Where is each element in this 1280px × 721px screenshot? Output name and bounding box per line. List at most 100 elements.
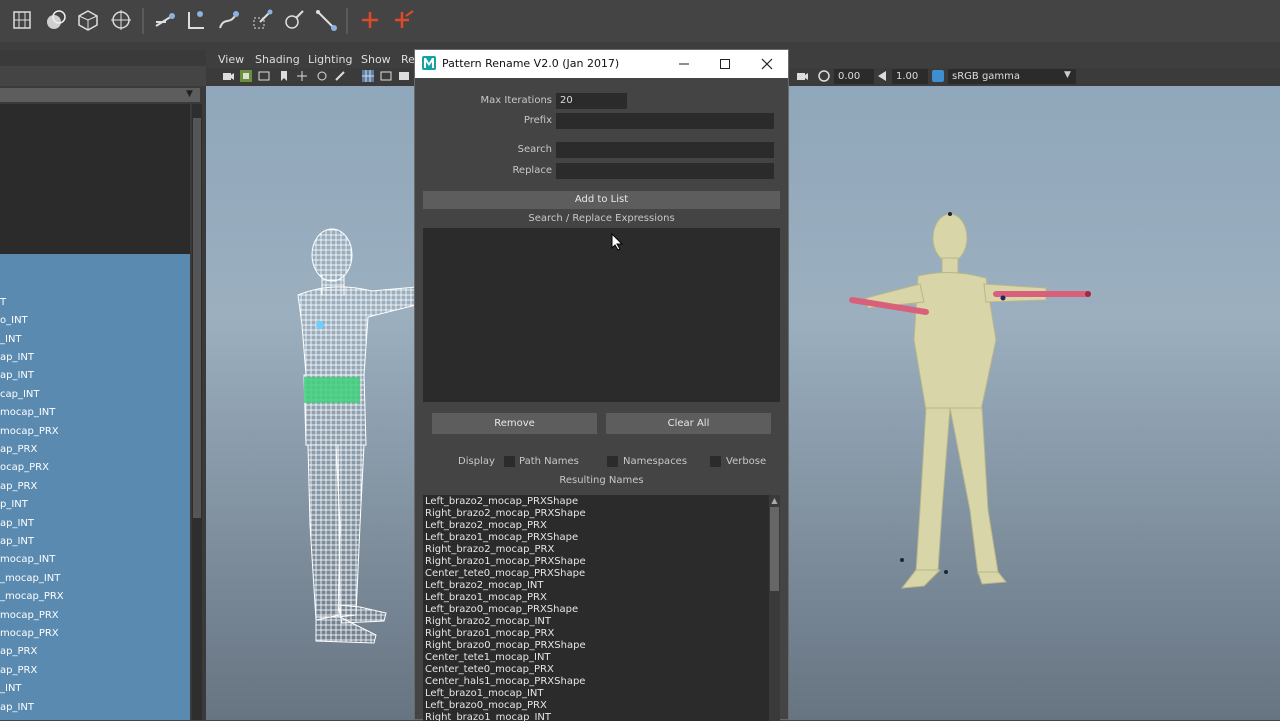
list-item[interactable]: o_INT xyxy=(0,312,28,330)
list-item[interactable]: ap_INT xyxy=(0,349,34,367)
list-item[interactable]: Right_brazo2_mocap_INT xyxy=(425,616,551,628)
add-to-list-button[interactable]: Add to List xyxy=(423,191,780,209)
results-scroll-thumb[interactable] xyxy=(770,507,779,591)
results-scrollbar[interactable]: ▲ xyxy=(769,495,780,721)
verbose-checkbox[interactable] xyxy=(710,456,721,467)
list-item[interactable]: Left_brazo1_mocap_PRXShape xyxy=(425,532,578,544)
list-item[interactable]: _mocap_PRX xyxy=(0,588,64,606)
max-iterations-field[interactable]: 20 xyxy=(556,93,627,109)
list-item[interactable]: Right_brazo1_mocap_PRX xyxy=(425,628,554,640)
list-item[interactable]: Left_brazo1_mocap_INT xyxy=(425,688,544,700)
clear-all-button[interactable]: Clear All xyxy=(606,413,771,434)
path-names-checkbox[interactable] xyxy=(504,456,515,467)
outliner-filter-field[interactable] xyxy=(0,88,200,102)
list-item[interactable]: Center_hals1_mocap_PRXShape xyxy=(425,676,585,688)
list-item[interactable]: Center_tete1_mocap_INT xyxy=(425,652,551,664)
verbose-label[interactable]: Verbose xyxy=(726,456,766,467)
search-field[interactable] xyxy=(556,142,774,158)
joint-marker[interactable] xyxy=(900,558,904,562)
list-item[interactable]: Left_brazo2_mocap_PRX xyxy=(425,520,547,532)
wrap-deformer-icon[interactable] xyxy=(42,6,70,34)
wireframe-toggle-icon[interactable] xyxy=(380,70,392,82)
list-item[interactable]: ap_INT xyxy=(0,367,34,385)
menu-renderer[interactable]: Re xyxy=(401,53,415,66)
cube-wireframe-icon[interactable] xyxy=(74,6,102,34)
shaded-toggle-icon[interactable] xyxy=(398,70,410,82)
scroll-up-icon[interactable]: ▲ xyxy=(770,496,779,505)
lattice-icon[interactable] xyxy=(8,6,36,34)
film-gate-icon[interactable] xyxy=(258,70,270,82)
dialog-titlebar[interactable]: Pattern Rename V2.0 (Jan 2017) xyxy=(415,50,788,78)
move-icon[interactable] xyxy=(296,70,308,82)
list-item[interactable]: Center_tete0_mocap_PRX xyxy=(425,664,554,676)
list-item[interactable]: cap_INT xyxy=(0,386,40,404)
list-item[interactable]: _INT xyxy=(0,331,22,349)
maximize-button[interactable] xyxy=(705,52,745,76)
namespaces-label[interactable]: Namespaces xyxy=(623,456,687,467)
color-space-dropdown[interactable]: sRGB gamma xyxy=(948,69,1076,84)
chevron-down-icon[interactable]: ▼ xyxy=(1064,70,1071,80)
list-item[interactable]: Right_brazo2_mocap_PRX xyxy=(425,544,554,556)
resulting-names-list[interactable]: Left_brazo2_mocap_PRXShape Right_brazo2_… xyxy=(423,495,780,721)
list-item[interactable]: Center_tete0_mocap_PRXShape xyxy=(425,568,585,580)
camera-icon[interactable] xyxy=(222,70,234,82)
list-item[interactable]: Right_brazo1_mocap_PRXShape xyxy=(425,556,586,568)
list-item[interactable]: Left_brazo2_mocap_INT xyxy=(425,580,544,592)
joint-marker[interactable] xyxy=(948,212,952,216)
outliner-scroll-thumb[interactable] xyxy=(193,118,201,518)
list-item[interactable]: ap_INT xyxy=(0,533,34,551)
outliner-selected-list[interactable]: T o_INT _INT ap_INT ap_INT cap_INT mocap… xyxy=(0,254,190,720)
list-item[interactable]: ap_INT xyxy=(0,515,34,533)
list-item[interactable]: mocap_INT xyxy=(0,551,55,569)
list-item[interactable]: Right_brazo2_mocap_PRXShape xyxy=(425,508,586,520)
camera-icon[interactable] xyxy=(796,70,808,82)
list-item[interactable]: Left_brazo0_mocap_PRX xyxy=(425,700,547,712)
menu-show[interactable]: Show xyxy=(361,53,391,66)
chevron-down-icon[interactable]: ▼ xyxy=(186,89,193,99)
exposure-icon[interactable] xyxy=(818,70,830,82)
list-item[interactable]: Left_brazo2_mocap_PRXShape xyxy=(425,496,578,508)
expressions-list[interactable] xyxy=(423,228,780,402)
color-management-icon[interactable] xyxy=(932,70,944,82)
list-item[interactable]: p_INT xyxy=(0,496,28,514)
skin-bind-icon[interactable] xyxy=(248,6,276,34)
list-item[interactable]: ap_PRX xyxy=(0,478,37,496)
add-joint-locator-icon[interactable] xyxy=(390,6,418,34)
list-item[interactable]: mocap_PRX xyxy=(0,607,59,625)
outliner-tree-area[interactable] xyxy=(0,104,190,254)
mirror-joint-icon[interactable] xyxy=(312,6,340,34)
snap-icon[interactable] xyxy=(316,70,328,82)
paint-weights-icon[interactable] xyxy=(280,6,308,34)
path-names-label[interactable]: Path Names xyxy=(519,456,579,467)
list-item[interactable]: mocap_INT xyxy=(0,404,55,422)
list-item[interactable]: T xyxy=(0,294,6,312)
bookmark-icon[interactable] xyxy=(278,70,290,82)
list-item[interactable]: Left_brazo0_mocap_PRXShape xyxy=(425,604,578,616)
menu-shading[interactable]: Shading xyxy=(255,53,300,66)
exposure-field[interactable]: 0.00 xyxy=(834,69,874,84)
ik-spline-icon[interactable] xyxy=(214,6,242,34)
menu-view[interactable]: View xyxy=(218,53,244,66)
list-item[interactable]: Right_brazo0_mocap_PRXShape xyxy=(425,640,586,652)
list-item[interactable]: mocap_PRX xyxy=(0,423,59,441)
gamma-icon[interactable] xyxy=(876,70,888,82)
select-camera-icon[interactable] xyxy=(240,70,252,82)
list-item[interactable]: _INT xyxy=(0,680,22,698)
list-item[interactable]: ap_PRX xyxy=(0,643,37,661)
list-item[interactable]: _mocap_INT xyxy=(0,570,60,588)
close-button[interactable] xyxy=(747,52,787,76)
replace-field[interactable] xyxy=(556,163,774,179)
remove-button[interactable]: Remove xyxy=(432,413,597,434)
pencil-icon[interactable] xyxy=(334,70,346,82)
ik-handle-icon[interactable] xyxy=(182,6,210,34)
namespaces-checkbox[interactable] xyxy=(607,456,618,467)
minimize-button[interactable] xyxy=(664,52,704,76)
list-item[interactable]: ap_PRX xyxy=(0,662,37,680)
gamma-field[interactable]: 1.00 xyxy=(892,69,928,84)
joint-marker[interactable] xyxy=(944,570,948,574)
menu-lighting[interactable]: Lighting xyxy=(308,53,352,66)
add-locator-icon[interactable] xyxy=(356,6,384,34)
list-item[interactable]: ap_INT xyxy=(0,699,34,717)
shaded-character[interactable] xyxy=(846,210,1106,590)
list-item[interactable]: mocap_PRX xyxy=(0,625,59,643)
